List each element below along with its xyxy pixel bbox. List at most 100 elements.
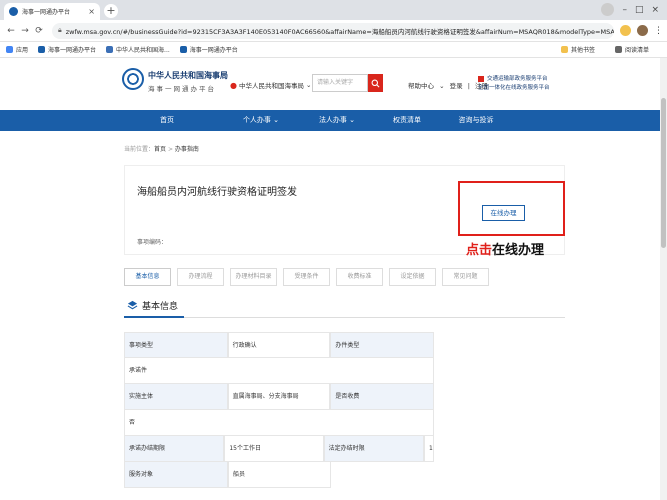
tab-materials[interactable]: 办理材料目录 xyxy=(230,268,277,286)
table-label: 办件类型 xyxy=(330,332,435,358)
tab-process[interactable]: 办理流程 xyxy=(177,268,224,286)
help-center-link[interactable]: 帮助中心 xyxy=(408,82,434,90)
bookmark-item[interactable]: 中华人民共和国海... xyxy=(106,45,170,54)
platform-links: 交通运输部政务服务平台 全国一体化在线政务服务平台 xyxy=(478,75,550,93)
table-row: 承诺办结期限 15个工作日 法定办结时限 15个工作日 xyxy=(124,436,434,462)
menu-icon[interactable]: ⋮ xyxy=(654,26,663,36)
reading-list-icon xyxy=(614,46,622,53)
bookmark-apps[interactable]: 应用 xyxy=(6,45,28,54)
tab-fees[interactable]: 收费标准 xyxy=(336,268,383,286)
table-row: 实施主体 直属海事局、分支海事局 是否收费 xyxy=(124,384,435,410)
location-pin-icon: ● xyxy=(230,80,237,90)
search-button[interactable] xyxy=(368,74,383,92)
search-input[interactable]: 请输入关键字 xyxy=(312,74,368,92)
login-link[interactable]: 登录 xyxy=(450,82,463,90)
chevron-down-icon: ⌄ xyxy=(349,116,356,124)
bookmarks-bar: 应用 海事一网通办平台 中华人民共和国海... 海事一网通办平台 其他书签 阅读… xyxy=(0,42,667,58)
table-label: 法定办结时限 xyxy=(323,436,424,462)
tab-conditions[interactable]: 受理条件 xyxy=(283,268,330,286)
forward-icon[interactable]: → xyxy=(18,26,32,36)
main-nav: 首页 个人办事 ⌄ 法人办事 ⌄ 权责清单 咨询与投诉 xyxy=(0,110,660,131)
reload-icon[interactable]: ⟳ xyxy=(32,26,46,36)
close-tab-icon[interactable]: × xyxy=(88,7,95,16)
table-label: 实施主体 xyxy=(124,384,228,410)
tab-basic-info[interactable]: 基本信息 xyxy=(124,268,171,286)
table-value: 否 xyxy=(124,410,434,436)
guide-tabs: 基本信息 办理流程 办理材料目录 受理条件 收费标准 设定依据 常见问题 xyxy=(124,268,495,286)
msa-logo-icon[interactable] xyxy=(122,68,144,90)
table-label: 服务对象 xyxy=(124,462,228,488)
basic-info-table: 事项类型 行政确认 办件类型 承诺件 实施主体 直属海事局、分支海事局 是否收费… xyxy=(124,332,435,488)
url-text: zwfw.msa.gov.cn/#/businessGuide?id=92315… xyxy=(65,27,614,36)
table-row: 承诺件 xyxy=(124,358,434,384)
service-code-label: 事项编码： xyxy=(137,239,168,246)
folder-icon xyxy=(560,46,568,53)
table-value: 行政确认 xyxy=(227,332,331,358)
nav-rights-list[interactable]: 权责清单 xyxy=(380,110,434,131)
help-chevron-icon: ⌄ xyxy=(439,82,445,90)
lock-icon[interactable]: 🔒︎ xyxy=(58,26,62,35)
table-row: 服务对象 船员 xyxy=(124,462,434,488)
back-icon[interactable]: ← xyxy=(4,26,18,36)
site-favicon-icon xyxy=(9,7,18,16)
table-row: 否 xyxy=(124,410,434,436)
annotation-highlight-box xyxy=(458,181,565,236)
breadcrumb-current: 办事指南 xyxy=(174,146,199,153)
browser-tab[interactable]: 海事一网通办平台 × xyxy=(4,3,100,20)
nav-personal[interactable]: 个人办事 ⌄ xyxy=(226,110,296,131)
address-bar: ← → ⟳ 🔒︎ zwfw.msa.gov.cn/#/businessGuide… xyxy=(0,20,667,42)
table-label: 是否收费 xyxy=(330,384,435,410)
table-value: 承诺件 xyxy=(124,358,434,384)
bookmark-item[interactable]: 海事一网通办平台 xyxy=(179,45,238,54)
profile-icon[interactable] xyxy=(601,3,615,16)
breadcrumb-home[interactable]: 首页 xyxy=(154,146,166,153)
link-divider: | xyxy=(467,82,470,90)
apps-icon xyxy=(6,46,13,53)
other-bookmarks[interactable]: 其他书签 xyxy=(560,45,595,54)
table-value: 15个工作日 xyxy=(423,436,434,462)
favicon-icon xyxy=(179,46,187,53)
search-icon xyxy=(371,79,380,87)
table-value: 船员 xyxy=(228,462,331,488)
table-row: 事项类型 行政确认 办件类型 xyxy=(124,332,435,358)
nav-consult[interactable]: 咨询与投诉 xyxy=(446,110,506,131)
chevron-down-icon: ⌄ xyxy=(273,116,280,124)
tab-faq[interactable]: 常见问题 xyxy=(442,268,489,286)
layers-icon xyxy=(127,300,138,310)
region-selector[interactable]: ● 中华人民共和国海事局 ⌄ xyxy=(230,80,312,91)
section-header: 基本信息 xyxy=(124,296,565,318)
avatar[interactable] xyxy=(637,25,648,36)
tab-basis[interactable]: 设定依据 xyxy=(389,268,436,286)
platform-link-1[interactable]: 交通运输部政务服务平台 xyxy=(478,75,550,84)
close-window-icon[interactable]: × xyxy=(651,5,659,15)
favicon-icon xyxy=(106,46,114,53)
table-label: 承诺办结期限 xyxy=(124,436,225,462)
bookmark-item[interactable]: 海事一网通办平台 xyxy=(38,45,96,54)
scrollbar-thumb[interactable] xyxy=(661,98,666,248)
table-value: 直属海事局、分支海事局 xyxy=(227,384,331,410)
section-underline xyxy=(124,316,184,318)
page-scrollbar[interactable] xyxy=(660,58,667,500)
site-header: 中华人民共和国海事局 海事一网通办平台 ● 中华人民共和国海事局 ⌄ 请输入关键… xyxy=(0,58,660,110)
section-title: 基本信息 xyxy=(142,302,179,312)
platform-link-2[interactable]: 全国一体化在线政务服务平台 xyxy=(478,84,550,93)
nav-corporate[interactable]: 法人办事 ⌄ xyxy=(302,110,372,131)
platform-emblem-icon xyxy=(478,75,484,82)
minimize-icon[interactable]: – xyxy=(622,5,627,15)
favicon-icon xyxy=(38,46,46,53)
chevron-down-icon: ⌄ xyxy=(305,81,312,89)
table-value: 15个工作日 xyxy=(224,436,324,462)
site-name[interactable]: 中华人民共和国海事局 xyxy=(148,70,228,81)
table-label: 事项类型 xyxy=(124,332,228,358)
new-tab-button[interactable]: + xyxy=(104,4,118,18)
annotation-text: 点击在线办理 xyxy=(466,243,545,258)
nav-home[interactable]: 首页 xyxy=(140,110,194,131)
page-title: 海船船员内河航线行驶资格证明签发 xyxy=(137,187,297,198)
url-input[interactable]: 🔒︎ zwfw.msa.gov.cn/#/businessGuide?id=92… xyxy=(52,22,614,39)
site-subtitle: 海事一网通办平台 xyxy=(148,85,216,93)
extension-icon[interactable] xyxy=(620,25,631,36)
browser-tab-title: 海事一网通办平台 xyxy=(22,9,71,16)
browser-tab-bar: 海事一网通办平台 × + – □ × xyxy=(0,0,667,20)
reading-list[interactable]: 阅读清单 xyxy=(614,45,649,54)
maximize-icon[interactable]: □ xyxy=(635,5,644,15)
